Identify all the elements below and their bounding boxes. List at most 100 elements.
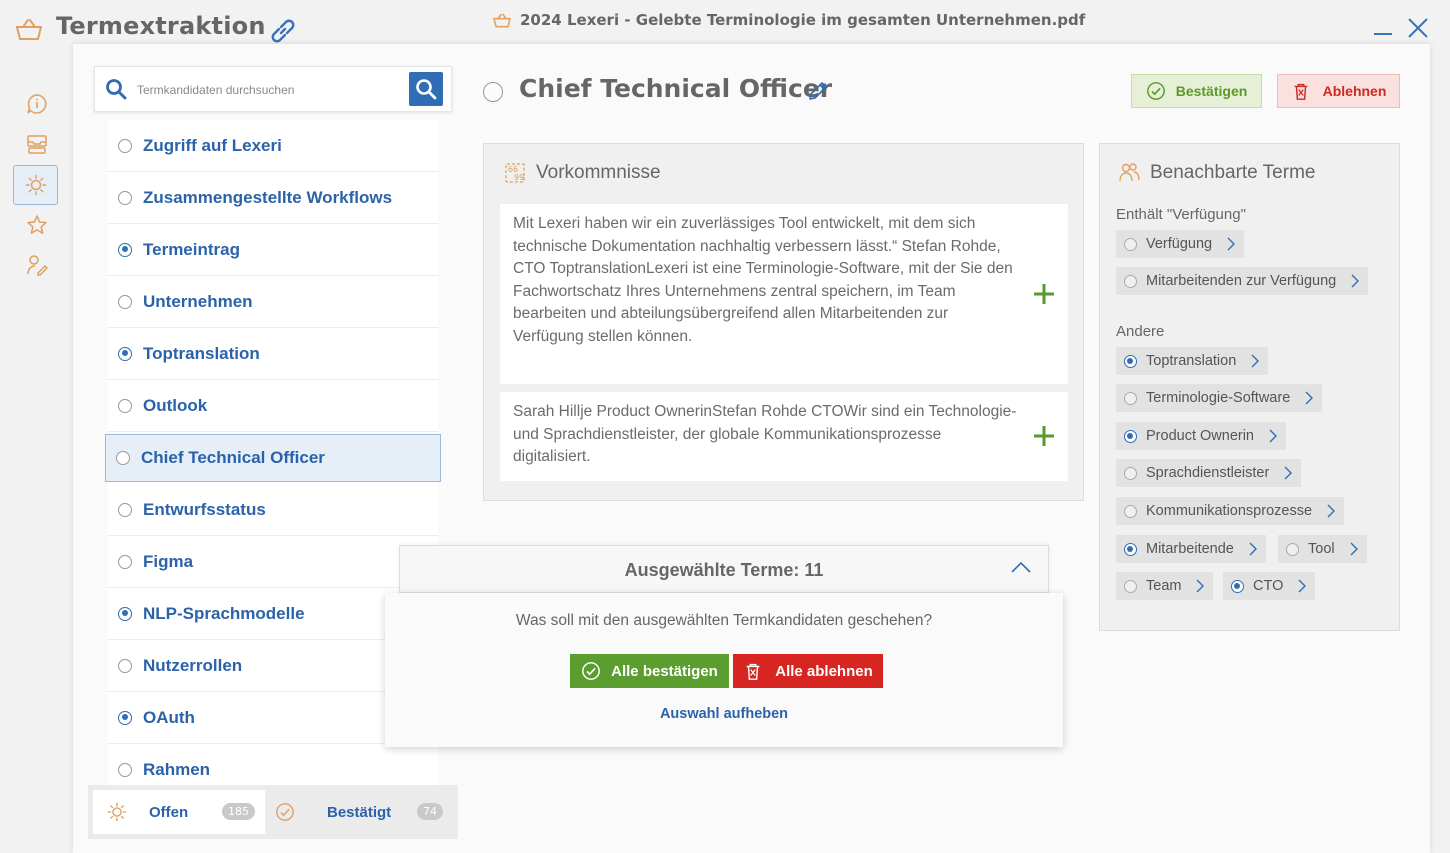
rail-info[interactable] (20, 87, 54, 121)
chevron-right-icon[interactable] (1268, 429, 1278, 443)
search-icon (416, 79, 437, 100)
term-checkbox[interactable] (118, 502, 132, 517)
tab-confirmed[interactable]: Bestätigt 74 (265, 790, 453, 834)
chevron-right-icon[interactable] (1250, 354, 1260, 368)
plus-icon[interactable] (1032, 282, 1056, 306)
chip-checkbox[interactable] (1124, 466, 1137, 480)
chip-label: Verfügung (1146, 236, 1213, 252)
term-checkbox[interactable] (118, 710, 132, 725)
chip-checkbox[interactable] (1124, 429, 1137, 443)
term-checkbox[interactable] (118, 138, 132, 153)
neighbor-chip[interactable]: Sprachdienstleister (1116, 459, 1302, 487)
term-checkbox[interactable] (118, 606, 132, 621)
rail-user[interactable] (20, 248, 54, 282)
term-item[interactable]: Zusammengestellte Workflows (108, 172, 438, 224)
chevron-right-icon[interactable] (1195, 579, 1205, 593)
term-item[interactable]: Zugriff auf Lexeri (108, 120, 438, 172)
app-title: Termextraktion (56, 12, 266, 40)
term-select-radio[interactable] (483, 82, 503, 102)
chevron-right-icon[interactable] (1226, 237, 1236, 251)
close-icon[interactable] (1406, 16, 1430, 40)
occurrence-text: Sarah Hillje Product OwnerinStefan Rohde… (513, 403, 1017, 465)
plus-icon[interactable] (1032, 424, 1056, 448)
quote-icon: 66 99 (505, 163, 525, 183)
term-item[interactable]: Outlook (108, 380, 438, 432)
selection-question: Was soll mit den ausgewählten Termkandid… (515, 612, 933, 629)
chevron-right-icon[interactable] (1349, 542, 1359, 556)
term-checkbox[interactable] (118, 554, 132, 569)
chip-checkbox[interactable] (1231, 579, 1244, 593)
chip-checkbox[interactable] (1124, 391, 1137, 405)
chevron-right-icon[interactable] (1297, 579, 1307, 593)
term-label: Figma (143, 551, 194, 571)
neighbor-chip[interactable]: Tool (1278, 535, 1367, 563)
occurrences-panel: 66 99 Vorkommnisse Mit Lexeri haben wir … (483, 143, 1084, 501)
term-checkbox[interactable] (118, 190, 132, 205)
chip-checkbox[interactable] (1124, 274, 1137, 288)
basket-icon (492, 13, 512, 28)
term-label: Entwurfsstatus (143, 499, 266, 519)
clear-selection-link[interactable]: Auswahl aufheben (385, 706, 1063, 722)
rail-favorites[interactable] (20, 208, 54, 242)
neighbor-chip[interactable]: Terminologie-Software (1116, 384, 1323, 412)
chip-checkbox[interactable] (1124, 237, 1137, 251)
neighbor-chip[interactable]: Mitarbeitenden zur Verfügung (1116, 267, 1369, 295)
confirm-button[interactable]: Bestätigen (1131, 74, 1262, 108)
chevron-right-icon[interactable] (1248, 542, 1258, 556)
term-item[interactable]: Termeintrag (108, 224, 438, 276)
chip-checkbox[interactable] (1124, 504, 1137, 518)
rail-inbox[interactable] (20, 127, 54, 161)
term-checkbox[interactable] (118, 294, 132, 309)
term-item[interactable]: Unternehmen (108, 276, 438, 328)
other-heading: Andere (1116, 323, 1165, 340)
term-item[interactable]: Rahmen (108, 744, 438, 785)
neighbor-chip[interactable]: Kommunikationsprozesse (1116, 497, 1345, 525)
term-item[interactable]: Entwurfsstatus (108, 484, 438, 536)
chip-label: Tool (1308, 541, 1335, 557)
chip-checkbox[interactable] (1286, 542, 1299, 556)
chevron-right-icon[interactable] (1304, 391, 1314, 405)
confirm-all-button[interactable]: Alle bestätigen (570, 654, 729, 688)
neighbor-chip[interactable]: Mitarbeitende (1116, 535, 1266, 563)
chevron-right-icon[interactable] (1350, 274, 1360, 288)
reject-label: Ablehnen (1322, 83, 1387, 99)
term-item[interactable]: Toptranslation (108, 328, 438, 380)
term-item-selected[interactable]: Chief Technical Officer (105, 434, 441, 482)
chip-checkbox[interactable] (1124, 542, 1137, 556)
term-item[interactable]: Figma (108, 536, 438, 588)
chip-label: Terminologie-Software (1146, 390, 1291, 406)
chevron-right-icon[interactable] (1283, 466, 1293, 480)
search-icon (106, 79, 127, 100)
term-label: Nutzerrollen (143, 655, 243, 675)
term-checkbox[interactable] (118, 242, 132, 257)
term-checkbox[interactable] (118, 658, 132, 673)
neighbor-chip[interactable]: CTO (1223, 572, 1316, 600)
neighbor-chip[interactable]: Verfügung (1116, 230, 1245, 258)
reject-button[interactable]: Ablehnen (1277, 74, 1400, 108)
selection-popup-header[interactable]: Ausgewählte Terme: 11 (399, 545, 1049, 593)
term-checkbox[interactable] (118, 346, 132, 361)
chip-checkbox[interactable] (1124, 354, 1137, 368)
chevron-up-icon[interactable] (1010, 560, 1032, 574)
chip-checkbox[interactable] (1124, 579, 1137, 593)
chevron-right-icon[interactable] (1326, 504, 1336, 518)
occurrences-heading: Vorkommnisse (536, 162, 661, 183)
status-tabs: Offen 185 Bestätigt 74 (88, 785, 458, 839)
term-checkbox[interactable] (118, 398, 132, 413)
term-label: Zusammengestellte Workflows (143, 187, 393, 207)
neighbor-chip[interactable]: Toptranslation (1116, 347, 1269, 375)
term-label: Toptranslation (143, 343, 260, 363)
minimize-button[interactable] (1374, 33, 1392, 35)
search-button[interactable] (409, 72, 443, 106)
rail-extraction[interactable] (13, 165, 58, 205)
pencil-icon[interactable] (807, 80, 829, 102)
term-checkbox[interactable] (116, 451, 130, 465)
tab-open[interactable]: Offen 185 (93, 790, 265, 834)
reject-all-button[interactable]: Alle ablehnen (733, 654, 883, 688)
term-checkbox[interactable] (118, 762, 132, 777)
neighbor-chip[interactable]: Team (1116, 572, 1214, 600)
neighbor-chip[interactable]: Product Ownerin (1116, 422, 1286, 450)
search-input[interactable] (137, 77, 397, 103)
check-circle-icon (276, 803, 294, 821)
link-icon[interactable] (266, 16, 300, 44)
